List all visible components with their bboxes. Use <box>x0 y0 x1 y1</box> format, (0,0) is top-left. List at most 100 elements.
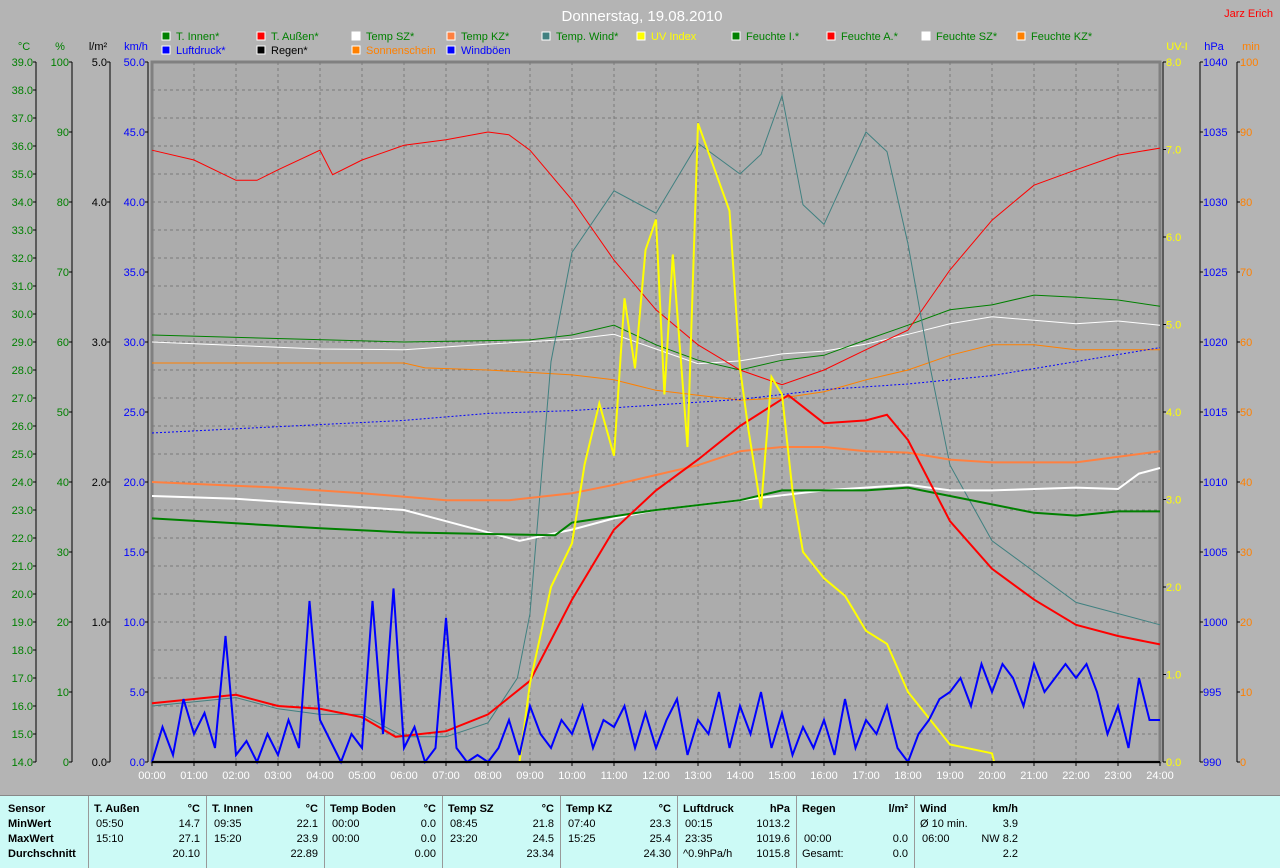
axis-tick-label: 10 <box>1240 687 1252 699</box>
axis-tick-label: 90 <box>1240 127 1252 139</box>
axis-tick-label: 5.0 <box>1166 320 1181 332</box>
axis-tick-label: 10 <box>57 687 69 699</box>
axis-tick-label: 35.0 <box>124 267 145 279</box>
table-value: 24.5 <box>532 833 554 845</box>
legend-label: Temp. Wind* <box>556 31 619 43</box>
table-value: 23.9 <box>296 833 318 845</box>
axis-tick-label: 16.0 <box>12 701 33 713</box>
legend-swatch-icon <box>161 31 171 41</box>
axis-unit-label: UV-I <box>1166 41 1187 53</box>
table-row-label: MinWert <box>8 818 52 830</box>
axis-tick-label: 50.0 <box>124 57 145 69</box>
chart-title: Donnerstag, 19.08.2010 <box>562 8 723 25</box>
legend-swatch-icon <box>161 45 171 55</box>
axis-tick-label: 35.0 <box>12 169 33 181</box>
axis-tick-label: 3.0 <box>1166 495 1181 507</box>
table-row-label: Durchschnitt <box>8 848 76 860</box>
axis-tick-label: 1.0 <box>92 617 107 629</box>
axis-tick-label: 0 <box>63 757 69 769</box>
table-value: 21.8 <box>532 818 554 830</box>
x-tick-label: 16:00 <box>810 770 838 782</box>
axis-tick-label: 33.0 <box>12 225 33 237</box>
axis-tick-label: 90 <box>57 127 69 139</box>
table-value: 22.89 <box>290 848 318 860</box>
axis-tick-label: 1020 <box>1203 337 1227 349</box>
table-value: 23.3 <box>649 818 671 830</box>
table-value: 2.2 <box>1002 848 1018 860</box>
axis-tick-label: 25.0 <box>12 449 33 461</box>
axis-unit-label: °C <box>18 41 30 53</box>
axis-tick-label: 60 <box>57 337 69 349</box>
axis-tick-label: 1005 <box>1203 547 1227 559</box>
legend-swatch-icon <box>446 31 456 41</box>
x-tick-label: 06:00 <box>390 770 418 782</box>
axis-tick-label: 20 <box>1240 617 1252 629</box>
column-unit: °C <box>187 803 200 815</box>
axis-tick-label: 20.0 <box>12 589 33 601</box>
axis-tick-label: 28.0 <box>12 365 33 377</box>
axis-tick-label: 1010 <box>1203 477 1227 489</box>
axis-tick-label: 1030 <box>1203 197 1227 209</box>
legend-label: T. Innen* <box>176 31 220 43</box>
column-unit: l/m² <box>888 803 908 815</box>
x-tick-label: 10:00 <box>558 770 586 782</box>
legend-label: Feuchte A.* <box>841 31 899 43</box>
table-value: 0.0 <box>892 833 908 845</box>
axis-tick-label: 2.0 <box>92 477 107 489</box>
axis-tick-label: 17.0 <box>12 673 33 685</box>
table-value: 1013.2 <box>756 818 790 830</box>
table-value: 1015.8 <box>756 848 790 860</box>
axis-tick-label: 25.0 <box>124 407 145 419</box>
axis-tick-label: 30.0 <box>12 309 33 321</box>
legend-label: Temp SZ* <box>366 31 415 43</box>
axis-tick-label: 45.0 <box>124 127 145 139</box>
x-tick-label: 24:00 <box>1146 770 1174 782</box>
axis-tick-label: 39.0 <box>12 57 33 69</box>
legend-label: Feuchte I.* <box>746 31 800 43</box>
axis-tick-label: 40.0 <box>124 197 145 209</box>
table-value: 27.1 <box>178 833 200 845</box>
axis-tick-label: 40 <box>57 477 69 489</box>
axis-tick-label: 50 <box>57 407 69 419</box>
x-tick-label: 12:00 <box>642 770 670 782</box>
x-tick-label: 04:00 <box>306 770 334 782</box>
x-tick-label: 05:00 <box>348 770 376 782</box>
axis-tick-label: 10.0 <box>124 617 145 629</box>
axis-tick-label: 40 <box>1240 477 1252 489</box>
axis-tick-label: 0.0 <box>1166 757 1181 769</box>
x-tick-label: 23:00 <box>1104 770 1132 782</box>
axis-tick-label: 36.0 <box>12 141 33 153</box>
axis-tick-label: 22.0 <box>12 533 33 545</box>
axis-tick-label: 15.0 <box>124 547 145 559</box>
legend-swatch-icon <box>351 31 361 41</box>
legend-swatch-icon <box>256 31 266 41</box>
axis-tick-label: 20 <box>57 617 69 629</box>
legend-label: Feuchte KZ* <box>1031 31 1093 43</box>
table-value: 23.34 <box>526 848 554 860</box>
legend-swatch-icon <box>446 45 456 55</box>
axis-tick-label: 38.0 <box>12 85 33 97</box>
statistics-table: Sensor MinWert MaxWert Durchschnitt T. Außen… <box>0 795 1280 868</box>
axis-tick-label: 32.0 <box>12 253 33 265</box>
legend-swatch-icon <box>636 31 646 41</box>
axis-tick-label: 1025 <box>1203 267 1227 279</box>
column-unit: hPa <box>769 803 790 815</box>
axis-tick-label: 1035 <box>1203 127 1227 139</box>
legend-label: UV Index <box>651 31 697 43</box>
axis-tick-label: 30.0 <box>124 337 145 349</box>
axis-tick-label: 37.0 <box>12 113 33 125</box>
legend-swatch-icon <box>921 31 931 41</box>
axis-tick-label: 50 <box>1240 407 1252 419</box>
axis-tick-label: 80 <box>57 197 69 209</box>
axis-tick-label: 20.0 <box>124 477 145 489</box>
legend-swatch-icon <box>351 45 361 55</box>
table-value: 25.4 <box>649 833 671 845</box>
legend-label: Sonnenschein <box>366 45 436 57</box>
axis-tick-label: 6.0 <box>1166 232 1181 244</box>
table-value: 14.7 <box>178 818 200 830</box>
axis-tick-label: 27.0 <box>12 393 33 405</box>
table-value: 0.0 <box>420 833 436 845</box>
column-unit: °C <box>305 803 318 815</box>
x-tick-label: 00:00 <box>138 770 166 782</box>
axis-tick-label: 5.0 <box>92 57 107 69</box>
